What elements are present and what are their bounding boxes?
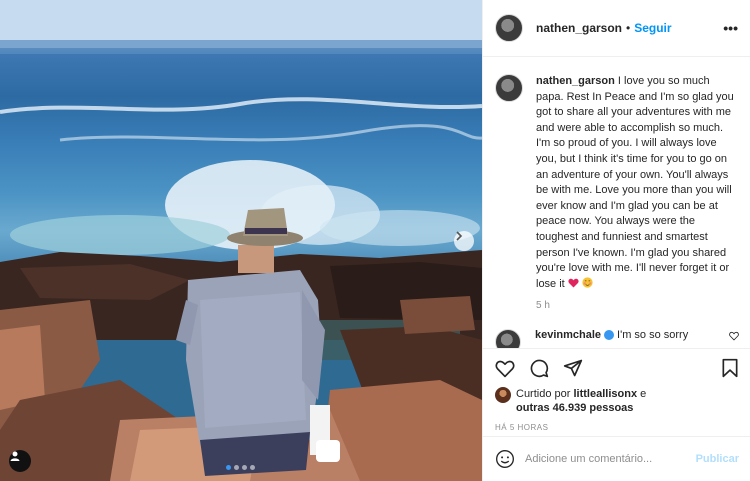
photo-scene [0,0,482,481]
comments-section[interactable]: nathen_garson I love you so much papa. R… [483,58,750,348]
likes-user[interactable]: littleallisonx [573,388,637,400]
like-button[interactable] [495,359,515,378]
carousel-dot [226,465,231,470]
caption-body: I love you so much papa. Rest In Peace a… [536,75,734,290]
save-button[interactable] [721,358,739,378]
next-slide-button[interactable] [454,231,474,251]
likes-others[interactable]: outras 46.939 pessoas [516,402,633,414]
post-header: nathen_garson • Seguir ••• [483,0,750,57]
chevron-right-icon [456,231,463,241]
tag-people-button[interactable] [9,450,31,472]
caption-text: nathen_garson I love you so much papa. R… [536,74,739,292]
heart-emoji-icon [568,278,579,288]
emoji-button[interactable] [495,449,515,469]
carousel-dot [250,465,255,470]
heart-outline-icon [495,360,515,377]
more-options-button[interactable]: ••• [723,20,738,36]
follow-button[interactable]: Seguir [634,21,671,35]
likes-summary: Curtido por littleallisonx e outras 46.9… [483,387,750,415]
publish-button[interactable]: Publicar [696,453,739,465]
carousel-dot [234,465,239,470]
carousel-indicators [226,465,255,470]
carousel-dot [242,465,247,470]
post-actions: Curtido por littleallisonx e outras 46.9… [483,348,750,432]
more-icon: ••• [723,20,738,36]
post-side-panel: nathen_garson • Seguir ••• nathen_garson… [482,0,750,481]
share-button[interactable] [563,358,583,378]
action-icons [483,349,750,387]
bookmark-icon [722,358,738,378]
likes-prefix: Curtido por [516,388,571,400]
post-photo[interactable] [0,0,482,481]
avatar[interactable] [495,74,523,102]
blush-face-emoji-icon [582,277,593,288]
paper-plane-icon [563,359,583,377]
comment-button[interactable] [529,358,549,378]
post-timestamp[interactable]: HÁ 5 HORAS [483,415,750,432]
author-username[interactable]: nathen_garson [536,21,622,35]
add-comment-bar: Adicione um comentário... Publicar [483,436,750,481]
comment-text: I'm so so sorry [617,329,689,342]
verified-badge-icon [604,330,615,341]
smiley-icon [496,450,514,468]
person-tag-icon [10,451,20,461]
avatar[interactable] [495,14,523,42]
comment-item: kevinmchale I'm so so sorry [495,329,739,348]
header-separator: • [626,21,631,35]
comment-bubble-icon [530,359,549,378]
avatar[interactable] [495,329,521,348]
caption-timestamp[interactable]: 5 h [536,300,739,311]
caption: nathen_garson I love you so much papa. R… [495,74,739,292]
comment-input[interactable]: Adicione um comentário... [525,453,652,465]
avatar[interactable] [495,387,511,403]
likes-text: Curtido por littleallisonx e outras 46.9… [516,387,646,415]
comment-username[interactable]: kevinmchale [535,329,601,341]
caption-username[interactable]: nathen_garson [536,75,615,87]
comment-like-icon[interactable] [729,331,739,341]
likes-connector: e [640,388,647,400]
